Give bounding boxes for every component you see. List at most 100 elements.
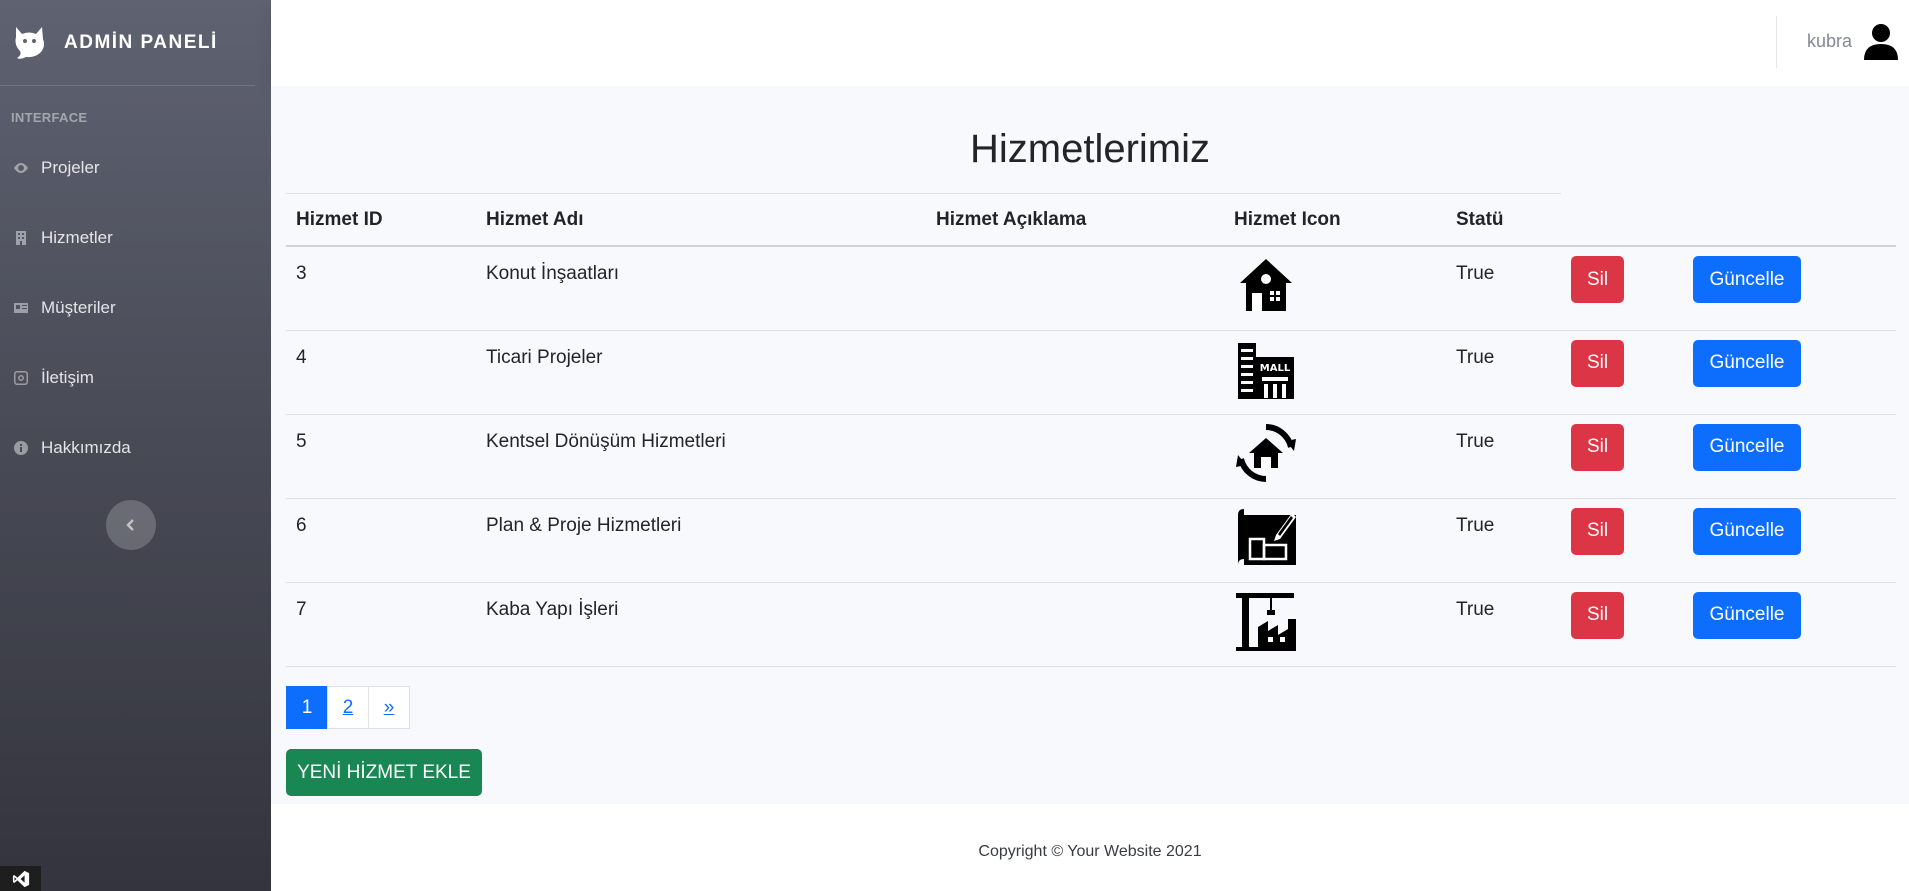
cell-icon: MALL	[1224, 330, 1446, 415]
cell-icon	[1224, 414, 1446, 499]
update-button[interactable]: Güncelle	[1693, 591, 1801, 639]
delete-button[interactable]: Sil	[1571, 591, 1624, 639]
svg-text:MALL: MALL	[1260, 363, 1291, 374]
sidebar-item-hizmetler[interactable]: Hizmetler	[0, 203, 271, 273]
copyright-text: Copyright © Your Website 2021	[978, 843, 1202, 860]
sidebar-item-label: Müşteriler	[41, 298, 116, 317]
sidebar-toggle-button[interactable]	[106, 500, 156, 550]
sidebar-item-musteriler[interactable]: Müşteriler	[0, 273, 271, 343]
house-icon	[1240, 259, 1292, 311]
column-header-status: Statü	[1446, 194, 1561, 247]
cell-description	[926, 246, 1224, 331]
page-link-2[interactable]: 2	[327, 686, 369, 729]
cell-update: Güncelle	[1683, 498, 1896, 583]
visual-studio-icon[interactable]	[0, 866, 41, 891]
sidebar-item-label: Hizmetler	[41, 228, 113, 247]
cell-update: Güncelle	[1683, 246, 1896, 331]
delete-button[interactable]: Sil	[1571, 256, 1624, 303]
user-name[interactable]: kubra	[1807, 31, 1852, 52]
page-link-1[interactable]: 1	[286, 686, 328, 729]
cell-delete: Sil	[1561, 414, 1683, 499]
cell-name: Kaba Yapı İşleri	[476, 582, 926, 667]
services-table: Hizmet ID Hizmet Adı Hizmet Açıklama Hiz…	[286, 194, 1896, 667]
cell-id: 6	[286, 498, 476, 583]
column-header-icon: Hizmet Icon	[1224, 194, 1446, 247]
table-row: 5 Kentsel Dönüşüm Hizmetleri True Sil Gü…	[286, 414, 1896, 499]
column-header-description: Hizmet Açıklama	[926, 194, 1224, 247]
brand-title: ADMİN PANELİ	[64, 31, 218, 53]
table-row: 6 Plan & Proje Hizmetleri True Sil Günce…	[286, 498, 1896, 583]
cell-description	[926, 414, 1224, 499]
cell-id: 5	[286, 414, 476, 499]
cell-id: 4	[286, 330, 476, 415]
update-button[interactable]: Güncelle	[1693, 507, 1801, 555]
instagram-icon	[11, 368, 31, 388]
sidebar-item-label: Projeler	[41, 158, 100, 177]
chevron-left-icon	[126, 519, 134, 531]
pagination: 1 2 »	[286, 686, 410, 729]
cell-icon	[1224, 246, 1446, 331]
cell-update: Güncelle	[1683, 582, 1896, 667]
page-title: Hizmetlerimiz	[970, 127, 1210, 171]
main-content: Hizmetlerimiz Hizmet ID Hizmet Adı Hizme…	[271, 86, 1909, 804]
cell-delete: Sil	[1561, 330, 1683, 415]
cell-delete: Sil	[1561, 498, 1683, 583]
cell-icon	[1224, 498, 1446, 583]
column-header-delete	[1561, 194, 1683, 247]
cell-description	[926, 330, 1224, 415]
cell-delete: Sil	[1561, 246, 1683, 331]
blueprint-icon	[1238, 508, 1296, 565]
table-row: 3 Konut İnşaatları True Sil Güncelle	[286, 246, 1896, 331]
building-icon	[11, 228, 31, 248]
cell-status: True	[1446, 582, 1561, 667]
table-row: 7 Kaba Yapı İşleri True Sil Güncelle	[286, 582, 1896, 667]
topbar: kubra	[271, 0, 1909, 86]
brand[interactable]: ADMİN PANELİ	[0, 0, 255, 86]
cell-update: Güncelle	[1683, 330, 1896, 415]
urban-renewal-icon	[1236, 423, 1296, 482]
cat-logo-icon	[15, 26, 44, 59]
delete-button[interactable]: Sil	[1571, 339, 1624, 387]
sidebar-item-projeler[interactable]: Projeler	[0, 133, 271, 203]
id-card-icon	[11, 298, 31, 318]
update-button[interactable]: Güncelle	[1693, 256, 1801, 303]
sidebar-item-label: Hakkımızda	[41, 438, 131, 457]
sidebar-item-label: İletişim	[41, 368, 94, 387]
topbar-divider	[1776, 16, 1777, 68]
sidebar-item-iletisim[interactable]: İletişim	[0, 343, 271, 413]
cell-status: True	[1446, 498, 1561, 583]
sidebar: ADMİN PANELİ INTERFACE Projeler Hizmetle…	[0, 0, 271, 891]
cell-name: Plan & Proje Hizmetleri	[476, 498, 926, 583]
eye-icon	[11, 158, 31, 178]
sidebar-item-hakkimizda[interactable]: Hakkımızda	[0, 413, 271, 483]
cell-delete: Sil	[1561, 582, 1683, 667]
cell-id: 7	[286, 582, 476, 667]
column-header-update	[1683, 194, 1896, 247]
add-service-button[interactable]: YENİ HİZMET EKLE	[286, 749, 482, 796]
footer: Copyright © Your Website 2021	[271, 804, 1909, 891]
cell-update: Güncelle	[1683, 414, 1896, 499]
cell-name: Kentsel Dönüşüm Hizmetleri	[476, 414, 926, 499]
cell-status: True	[1446, 414, 1561, 499]
update-button[interactable]: Güncelle	[1693, 423, 1801, 471]
delete-button[interactable]: Sil	[1571, 507, 1624, 555]
sidebar-heading: INTERFACE	[11, 110, 88, 125]
user-icon[interactable]	[1862, 22, 1900, 60]
cell-icon	[1224, 582, 1446, 667]
cell-description	[926, 582, 1224, 667]
page-link-next[interactable]: »	[368, 686, 410, 729]
table-header-row: Hizmet ID Hizmet Adı Hizmet Açıklama Hiz…	[286, 194, 1896, 247]
cell-status: True	[1446, 246, 1561, 331]
mall-icon: MALL	[1238, 342, 1294, 399]
cell-description	[926, 498, 1224, 583]
cell-status: True	[1446, 330, 1561, 415]
column-header-name: Hizmet Adı	[476, 194, 926, 247]
delete-button[interactable]: Sil	[1571, 423, 1624, 471]
update-button[interactable]: Güncelle	[1693, 339, 1801, 387]
cell-name: Konut İnşaatları	[476, 246, 926, 331]
table-row: 4 Ticari Projeler MALL True Sil Güncelle	[286, 330, 1896, 415]
cell-name: Ticari Projeler	[476, 330, 926, 415]
cell-id: 3	[286, 246, 476, 331]
crane-icon	[1236, 592, 1296, 651]
column-header-id: Hizmet ID	[286, 194, 476, 247]
